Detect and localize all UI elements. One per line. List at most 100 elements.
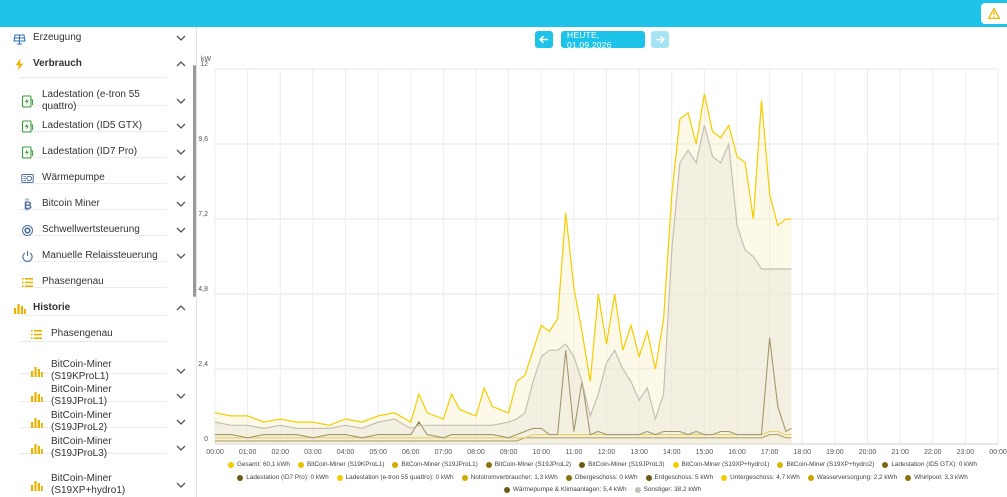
arrow-right-icon	[656, 35, 665, 44]
chevron-down-icon	[176, 123, 186, 129]
y-tick-label: 2,4	[198, 361, 208, 368]
bar-chart-icon	[29, 441, 43, 455]
legend-label: Ladestation (e-tron 55 quattro): 0 kWh	[345, 474, 454, 481]
legend-color-dot	[882, 461, 889, 468]
y-tick-label: 7,2	[198, 211, 208, 218]
legend-item[interactable]: Obergeschoss: 0 kWh	[565, 474, 638, 481]
sidebar-item-verbrauch[interactable]: Verbrauch	[0, 57, 192, 71]
sidebar-item-bitcoin-miner-s19jprol1[interactable]: BitCoin-Miner (S19JProL1)	[0, 384, 192, 407]
chevron-down-icon	[176, 419, 186, 425]
sidebar-item-label: Ladestation (e-tron 55 quattro)	[42, 89, 140, 112]
legend-item[interactable]: Gesamt: 60,1 kWh	[228, 461, 290, 468]
power-icon	[20, 249, 34, 263]
date-button[interactable]: HEUTE, 01.09.2026	[561, 30, 645, 50]
legend-label: BitCoin-Miner (S19JProL3)	[588, 461, 665, 468]
sidebar-item-erzeugung[interactable]: Erzeugung	[0, 31, 192, 45]
top-bar	[0, 0, 1007, 27]
legend-item[interactable]: BitCoin-Miner (S19JProL1)	[392, 461, 478, 468]
sidebar-item-label: BitCoin-Miner (S19KProL1)	[51, 359, 112, 382]
legend-item[interactable]: Untergeschoss: 4,7 kWh	[721, 474, 800, 481]
legend-row: Wärmepumpe & Klimaanlagen: 5,4 kWh Sonsti…	[198, 486, 1007, 493]
legend-item[interactable]: Ladestation (ID5 GTX): 0 kWh	[882, 461, 977, 468]
legend-item[interactable]: Ladestation (e-tron 55 quattro): 0 kWh	[336, 474, 454, 481]
legend-item[interactable]: BitCoin-Miner (S19KProL1)	[297, 461, 385, 468]
legend-color-dot	[579, 461, 586, 468]
legend-item[interactable]: BitCoin-Miner (S19XP+hydro2)	[777, 461, 874, 468]
sidebar-item-label: Erzeugung	[33, 32, 82, 43]
chevron-up-icon	[176, 305, 186, 311]
x-tick-label: 04:00	[337, 449, 355, 456]
legend-item[interactable]: Sonstiger: 38,2 kWh	[634, 486, 701, 493]
warning-button[interactable]	[981, 3, 1007, 24]
sidebar-item-phasengenau[interactable]: Phasengenau	[0, 327, 192, 341]
sidebar-item-bitcoin-miner-s19jprol3[interactable]: BitCoin-Miner (S19JProL3)	[0, 436, 192, 459]
legend-item[interactable]: Whirlpool: 3,3 kWh	[905, 474, 968, 481]
x-tick-label: 15:00	[696, 449, 714, 456]
legend-color-dot	[807, 474, 814, 481]
sidebar-item-label: Verbrauch	[33, 58, 82, 69]
legend-color-dot	[228, 461, 235, 468]
x-tick-label: 11:00	[565, 449, 582, 456]
chevron-down-icon	[176, 227, 186, 233]
chevron-down-icon	[176, 149, 186, 155]
sidebar-item-ladestation-id7-pro[interactable]: Ladestation (ID7 Pro)	[0, 145, 192, 159]
legend-color-dot	[237, 474, 244, 481]
sidebar-item-bitcoin-miner-s19jprol2[interactable]: BitCoin-Miner (S19JProL2)	[0, 410, 192, 433]
sidebar-item-bitcoin-miner-s19xp-hydro1[interactable]: BitCoin-Miner (S19XP+hydro1)	[0, 472, 192, 497]
x-tick-label: 13:00	[630, 449, 648, 456]
previous-day-button[interactable]	[535, 31, 553, 48]
sidebar-item-label: Historie	[33, 302, 71, 313]
x-tick-label: 16:00	[728, 449, 746, 456]
sidebar-item-schwellwertsteuerung[interactable]: Schwellwertsteuerung	[0, 223, 192, 237]
legend-item[interactable]: BitCoin-Miner (S19JProL3)	[579, 461, 665, 468]
legend-item[interactable]: Ladestation (ID7 Pro): 0 kWh	[237, 474, 329, 481]
nav-divider	[19, 315, 167, 316]
x-tick-label: 20:00	[859, 449, 877, 456]
lightning-icon	[12, 57, 26, 71]
chevron-down-icon	[176, 368, 186, 374]
warning-icon	[988, 8, 1000, 19]
chevron-down-icon	[176, 201, 186, 207]
legend-item[interactable]: Erdgeschoss: 5 kWh	[645, 474, 713, 481]
legend-label: BitCoin-Miner (S19KProL1)	[306, 461, 385, 468]
sidebar-item-wärmepumpe[interactable]: Wärmepumpe	[0, 171, 192, 185]
sidebar-item-historie[interactable]: Historie	[0, 301, 192, 315]
legend-color-dot	[905, 474, 912, 481]
sidebar-item-label: BitCoin-Miner (S19XP+hydro1)	[51, 473, 126, 496]
legend-label: BitCoin-Miner (S19XP+hydro1)	[681, 461, 770, 468]
legend-item[interactable]: Wärmepumpe & Klimaanlagen: 5,4 kWh	[503, 486, 627, 493]
charging-station-icon	[20, 145, 34, 159]
nav-divider	[19, 341, 167, 342]
sidebar-item-ladestation-id5-gtx[interactable]: Ladestation (ID5 GTX)	[0, 119, 192, 133]
y-tick-label: 0	[204, 436, 208, 443]
legend-color-dot	[634, 486, 641, 493]
sidebar-item-label: Wärmepumpe	[42, 172, 105, 183]
legend-item[interactable]: BitCoin-Miner (S19JProL2)	[485, 461, 572, 468]
sidebar-item-ladestation-e-tron-55-quattro[interactable]: Ladestation (e-tron 55 quattro)	[0, 88, 192, 114]
legend-item[interactable]: Wasserversorgung: 2,2 kWh	[807, 474, 897, 481]
bitcoin-icon: B	[20, 197, 34, 211]
sidebar-item-label: Phasengenau	[51, 328, 113, 339]
bar-chart-icon	[29, 364, 43, 378]
legend-row: Ladestation (ID7 Pro): 0 kWh Ladestation …	[198, 474, 1007, 481]
legend-item[interactable]: Notstromverbraucher: 1,3 kWh	[461, 474, 558, 481]
next-day-button[interactable]	[651, 31, 669, 48]
legend-label: Obergeschoss: 0 kWh	[574, 474, 638, 481]
chevron-down-icon	[176, 98, 186, 104]
charging-station-icon	[20, 119, 34, 133]
legend-label: BitCoin-Miner (S19JProL2)	[494, 461, 572, 468]
legend-label: Whirlpool: 3,3 kWh	[914, 474, 968, 481]
sidebar-item-label: BitCoin-Miner (S19JProL1)	[51, 384, 112, 407]
y-tick-label: 4,8	[198, 286, 208, 293]
sidebar-scrollbar[interactable]	[193, 65, 196, 297]
legend-item[interactable]: BitCoin-Miner (S19XP+hydro1)	[672, 461, 770, 468]
sidebar-item-manuelle-relaissteuerung[interactable]: Manuelle Relaissteuerung	[0, 249, 192, 263]
legend-label: Wärmepumpe & Klimaanlagen: 5,4 kWh	[512, 486, 627, 493]
legend-label: BitCoin-Miner (S19XP+hydro2)	[786, 461, 875, 468]
sidebar-item-label: Schwellwertsteuerung	[42, 224, 140, 235]
sidebar-item-bitcoin-miner-s19kprol1[interactable]: BitCoin-Miner (S19KProL1)	[0, 358, 192, 384]
x-tick-label: 01:00	[239, 449, 257, 456]
sidebar-item-phasengenau[interactable]: Phasengenau	[0, 275, 192, 289]
sidebar-item-bitcoin-miner[interactable]: B Bitcoin Miner	[0, 197, 192, 211]
sidebar-item-label: Ladestation (ID5 GTX)	[42, 120, 143, 131]
